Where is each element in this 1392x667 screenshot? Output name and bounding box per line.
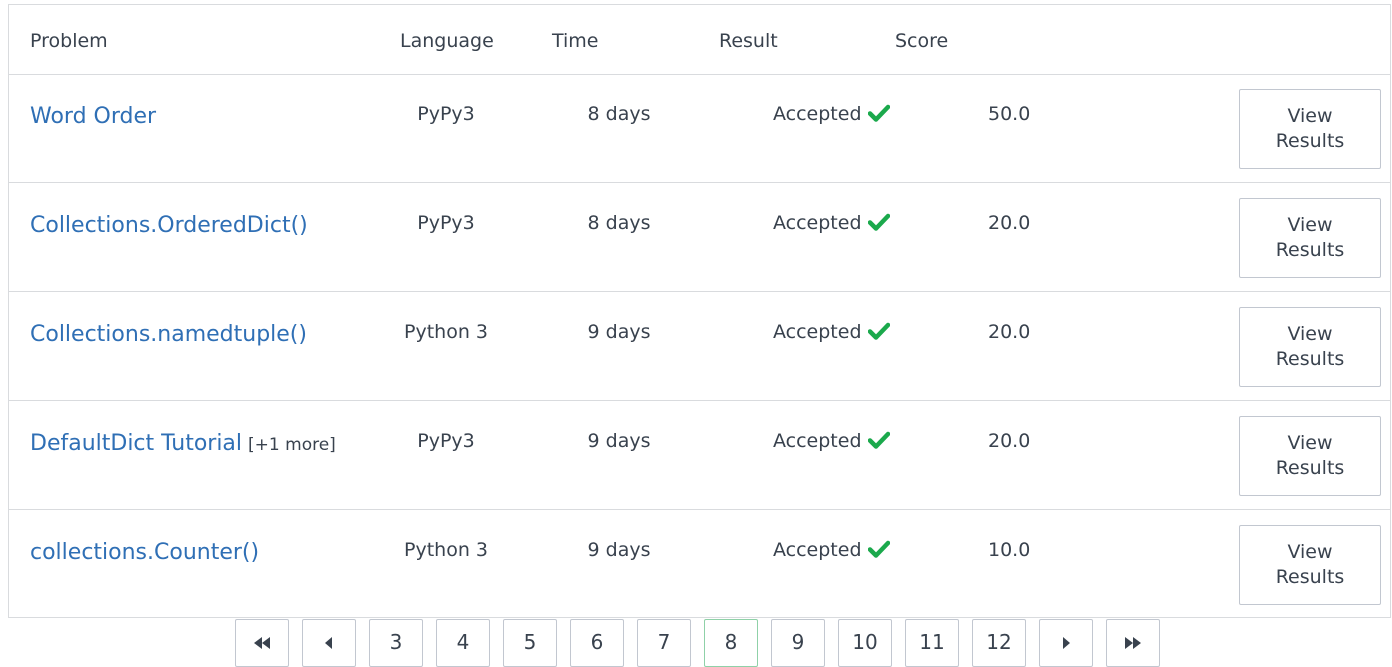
time-cell: 9 days: [587, 430, 651, 452]
result-text: Accepted: [773, 321, 862, 343]
header-problem: Problem: [30, 30, 108, 52]
result-cell: Accepted: [773, 212, 890, 236]
problem-link[interactable]: DefaultDict Tutorial: [30, 431, 242, 456]
result-text: Accepted: [773, 103, 862, 125]
checkmark-icon: [867, 104, 890, 127]
view-results-button[interactable]: View Results: [1239, 89, 1381, 169]
more-tracks-label: [+1 more]: [248, 435, 336, 455]
submissions-table: Problem Language Time Result Score Word …: [8, 4, 1391, 618]
time-cell: 8 days: [587, 212, 651, 234]
view-results-line1: View: [1287, 214, 1333, 236]
right-triangle-icon: [1061, 630, 1071, 654]
result-cell: Accepted: [773, 539, 890, 563]
score-cell: 50.0: [988, 103, 1031, 125]
view-results-line1: View: [1287, 323, 1333, 345]
problem-cell: Word Order: [30, 104, 156, 129]
result-cell: Accepted: [773, 321, 890, 345]
score-cell: 20.0: [988, 430, 1031, 452]
result-text: Accepted: [773, 212, 862, 234]
table-row: Collections.namedtuple() Python 3 9 days…: [9, 292, 1390, 401]
problem-link[interactable]: Collections.OrderedDict(): [30, 213, 308, 238]
header-language: Language: [400, 30, 494, 52]
view-results-button[interactable]: View Results: [1239, 198, 1381, 278]
language-cell: PyPy3: [417, 103, 475, 125]
table-row: Collections.OrderedDict() PyPy3 8 days A…: [9, 183, 1390, 292]
view-results-line2: Results: [1275, 239, 1345, 261]
view-results-line2: Results: [1275, 348, 1345, 370]
checkmark-icon: [867, 540, 890, 563]
checkmark-icon: [867, 213, 890, 236]
table-row: DefaultDict Tutorial [+1 more] PyPy3 9 da…: [9, 401, 1390, 510]
score-cell: 20.0: [988, 321, 1031, 343]
time-cell: 9 days: [587, 321, 651, 343]
time-cell: 8 days: [587, 103, 651, 125]
left-triangle-icon: [324, 630, 334, 654]
view-results-button[interactable]: View Results: [1239, 416, 1381, 496]
header-result: Result: [719, 30, 778, 52]
problem-cell: Collections.OrderedDict(): [30, 213, 308, 238]
language-cell: Python 3: [404, 321, 488, 343]
score-cell: 10.0: [988, 539, 1031, 561]
view-results-line2: Results: [1275, 457, 1345, 479]
table-row: Word Order PyPy3 8 days Accepted 50.0 Vi…: [9, 74, 1390, 183]
checkmark-icon: [867, 431, 890, 454]
result-text: Accepted: [773, 539, 862, 561]
problem-cell: collections.Counter(): [30, 540, 259, 565]
problem-link[interactable]: collections.Counter(): [30, 540, 259, 565]
problem-cell: DefaultDict Tutorial [+1 more]: [30, 431, 336, 456]
view-results-line1: View: [1287, 105, 1333, 127]
result-text: Accepted: [773, 430, 862, 452]
view-results-line2: Results: [1275, 566, 1345, 588]
problem-link[interactable]: Collections.namedtuple(): [30, 322, 307, 347]
problem-link[interactable]: Word Order: [30, 104, 156, 129]
header-time: Time: [552, 30, 599, 52]
view-results-line2: Results: [1275, 130, 1345, 152]
header-score: Score: [895, 30, 949, 52]
language-cell: PyPy3: [417, 430, 475, 452]
view-results-line1: View: [1287, 432, 1333, 454]
double-right-arrow-icon: [1124, 630, 1142, 654]
table-header: Problem Language Time Result Score: [9, 5, 1390, 75]
score-cell: 20.0: [988, 212, 1031, 234]
view-results-line1: View: [1287, 541, 1333, 563]
result-cell: Accepted: [773, 103, 890, 127]
language-cell: Python 3: [404, 539, 488, 561]
double-left-arrow-icon: [253, 630, 271, 654]
time-cell: 9 days: [587, 539, 651, 561]
language-cell: PyPy3: [417, 212, 475, 234]
result-cell: Accepted: [773, 430, 890, 454]
view-results-button[interactable]: View Results: [1239, 307, 1381, 387]
checkmark-icon: [867, 322, 890, 345]
problem-cell: Collections.namedtuple(): [30, 322, 307, 347]
table-row: collections.Counter() Python 3 9 days Ac…: [9, 510, 1390, 618]
view-results-button[interactable]: View Results: [1239, 525, 1381, 605]
